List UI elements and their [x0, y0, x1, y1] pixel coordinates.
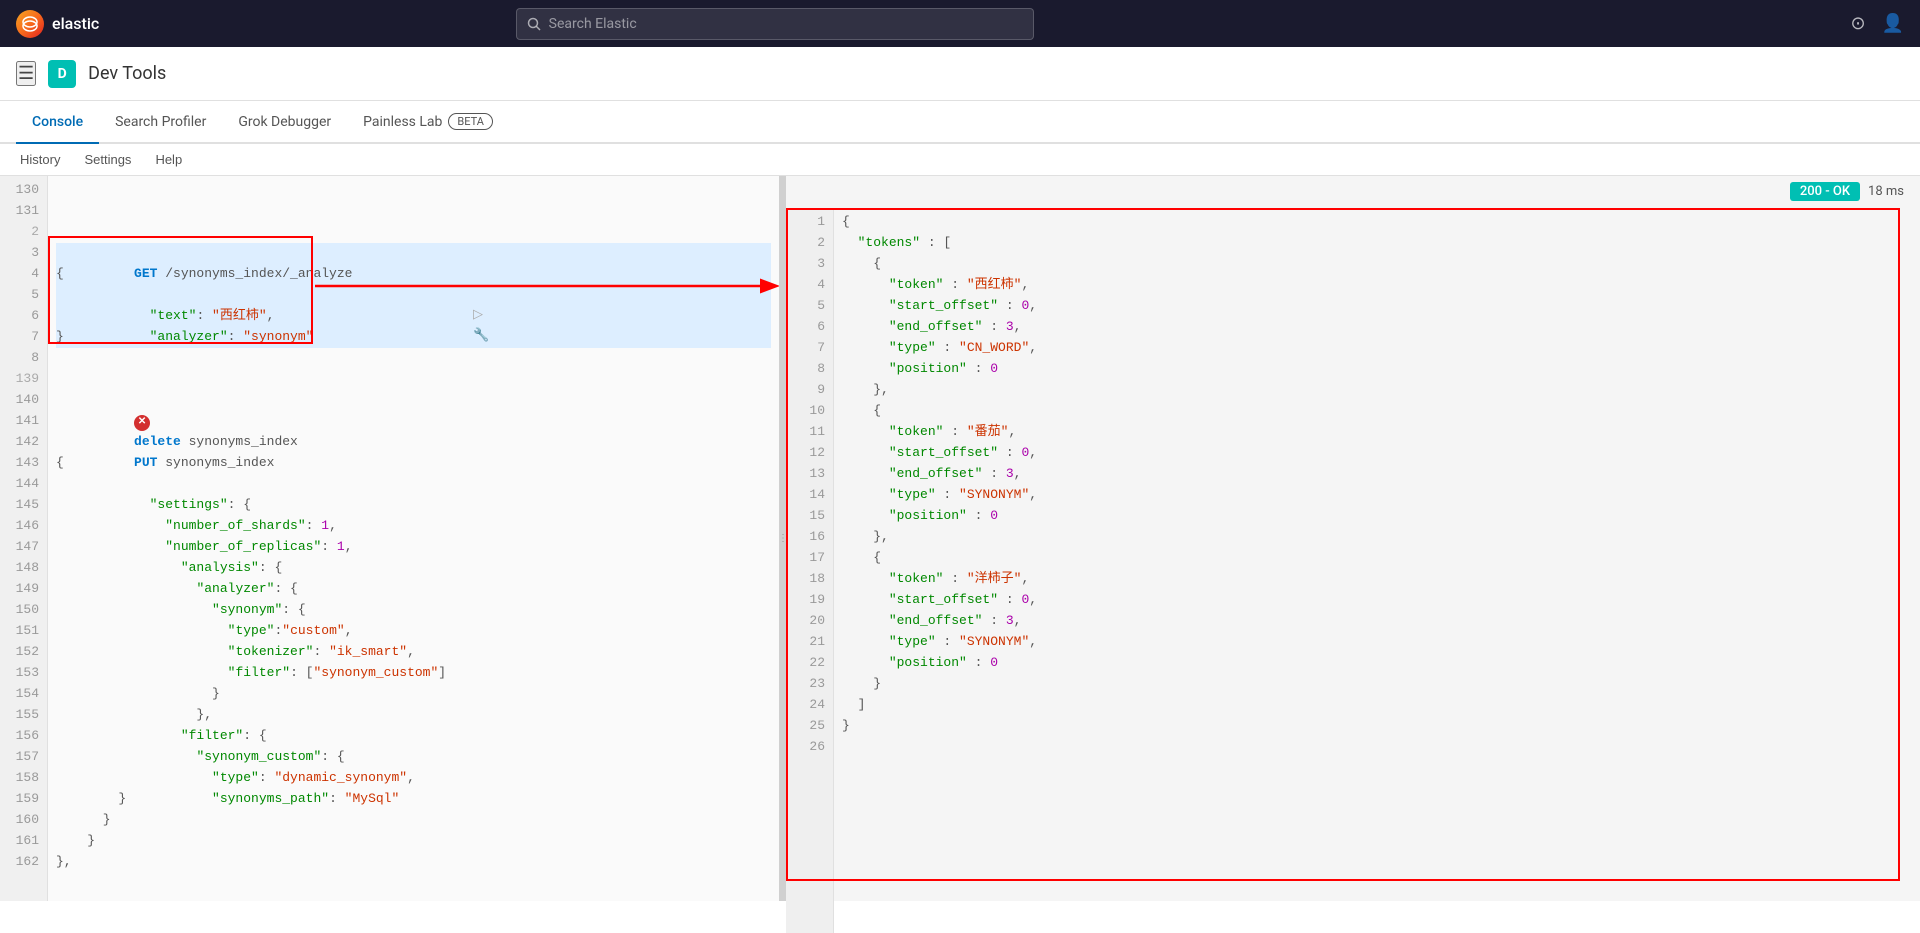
output-panel: 200 - OK 18 ms 1 2 3 4 5 6 7 8 9 10 11: [786, 176, 1920, 901]
user-avatar-icon[interactable]: 👤: [1882, 13, 1904, 34]
search-placeholder: Search Elastic: [549, 16, 637, 32]
code-line: }: [56, 831, 771, 852]
code-line: GET /synonyms_index/_analyze ▷ 🔧: [56, 243, 771, 264]
code-line: [56, 369, 771, 390]
notifications-icon[interactable]: ⊙: [1850, 13, 1865, 34]
tab-search-profiler[interactable]: Search Profiler: [99, 102, 222, 144]
history-button[interactable]: History: [16, 150, 64, 169]
code-line: [56, 222, 771, 243]
output-line-numbers: 1 2 3 4 5 6 7 8 9 10 11 12 13 14 15 16 1: [786, 208, 834, 933]
code-line: },: [56, 852, 771, 873]
toolbar: History Settings Help: [0, 144, 1920, 176]
code-line: [56, 201, 771, 222]
status-bar: 200 - OK 18 ms: [1774, 176, 1920, 207]
output-area: 1 2 3 4 5 6 7 8 9 10 11 12 13 14 15 16 1: [786, 208, 1920, 933]
top-bar-actions: ⊙ 👤: [1850, 13, 1904, 34]
run-icon[interactable]: ▷: [473, 307, 483, 322]
app-icon: D: [48, 60, 76, 88]
elastic-logo-icon: [16, 10, 44, 38]
settings-button[interactable]: Settings: [80, 150, 135, 169]
code-line-error: ✕ delete synonyms_index: [56, 390, 771, 411]
code-line: [56, 180, 771, 201]
global-search-bar[interactable]: Search Elastic: [516, 8, 1034, 40]
top-bar: elastic Search Elastic ⊙ 👤: [0, 0, 1920, 47]
error-icon: ✕: [134, 415, 150, 431]
tab-grok-debugger[interactable]: Grok Debugger: [222, 102, 347, 144]
status-time: 18 ms: [1868, 184, 1904, 199]
tabs-bar: Console Search Profiler Grok Debugger Pa…: [0, 101, 1920, 144]
code-editor[interactable]: GET /synonyms_index/_analyze ▷ 🔧 { "text…: [48, 176, 779, 901]
status-code: 200 - OK: [1790, 182, 1860, 201]
main-area: 130 131 2 3 4 5 6 7 8 139 140 141 142 14…: [0, 176, 1920, 901]
search-icon: [527, 17, 541, 31]
tab-console[interactable]: Console: [16, 102, 99, 144]
code-line: [56, 411, 771, 432]
tab-painless-lab[interactable]: Painless Lab BETA: [347, 101, 509, 144]
editor-panel[interactable]: 130 131 2 3 4 5 6 7 8 139 140 141 142 14…: [0, 176, 780, 901]
output-code: { "tokens" : [ { "token" : "西红柿", "start…: [834, 208, 1920, 933]
code-line: "settings": {: [56, 474, 771, 495]
elastic-logo: elastic: [16, 10, 99, 38]
elastic-wordmark: elastic: [52, 14, 99, 33]
app-bar: ☰ D Dev Tools: [0, 47, 1920, 101]
wrench-icon[interactable]: 🔧: [473, 328, 489, 343]
help-button[interactable]: Help: [151, 150, 186, 169]
code-line: }: [56, 810, 771, 831]
app-title: Dev Tools: [88, 63, 166, 84]
menu-button[interactable]: ☰: [16, 61, 36, 86]
line-numbers: 130 131 2 3 4 5 6 7 8 139 140 141 142 14…: [0, 176, 48, 901]
beta-badge: BETA: [448, 113, 493, 130]
